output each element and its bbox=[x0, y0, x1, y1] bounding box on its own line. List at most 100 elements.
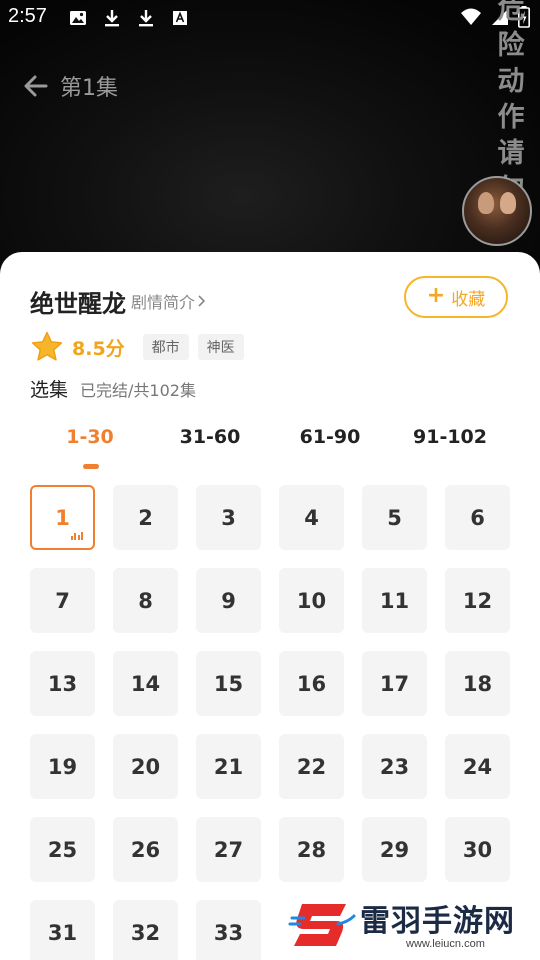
video-player[interactable] bbox=[0, 0, 540, 280]
episode-button[interactable]: 20 bbox=[113, 734, 178, 799]
episode-button[interactable]: 12 bbox=[445, 568, 510, 633]
episode-button[interactable]: 30 bbox=[445, 817, 510, 882]
episode-button[interactable]: 16 bbox=[279, 651, 344, 716]
watermark: 雷羽手游网 www.leiucn.com bbox=[282, 888, 540, 960]
app-screen: 2:57 第1集 危 险 动 作 请 绝世醒龙 剧情简介 + 收藏 8.5分 都… bbox=[0, 0, 540, 960]
episode-button[interactable]: 22 bbox=[279, 734, 344, 799]
tab-range-31-60[interactable]: 31-60 bbox=[150, 426, 270, 448]
tag: 神医 bbox=[197, 334, 244, 360]
download-icon bbox=[136, 8, 156, 28]
episode-number: 12 bbox=[462, 588, 493, 613]
notification-icons bbox=[68, 8, 190, 28]
episode-number: 3 bbox=[221, 505, 236, 530]
synopsis-link[interactable]: 剧情简介 bbox=[131, 289, 207, 313]
episode-button[interactable]: 1 bbox=[30, 485, 95, 550]
synopsis-label: 剧情简介 bbox=[131, 293, 196, 312]
drama-title: 绝世醒龙 bbox=[30, 290, 126, 318]
episode-sheet: 绝世醒龙 剧情简介 + 收藏 8.5分 都市 神医 选集 已完结/共102集 1… bbox=[0, 252, 540, 960]
wifi-icon bbox=[460, 7, 482, 31]
episode-button[interactable]: 8 bbox=[113, 568, 178, 633]
side-warning-char: 危 bbox=[497, 0, 525, 25]
star-icon bbox=[31, 331, 63, 361]
download-icon bbox=[102, 8, 122, 28]
episode-number: 13 bbox=[47, 671, 78, 696]
side-warning-char: 险 bbox=[497, 30, 525, 61]
episode-button[interactable]: 24 bbox=[445, 734, 510, 799]
episode-number: 24 bbox=[462, 754, 493, 779]
episode-number: 33 bbox=[213, 920, 244, 945]
episodes-header: 选集 已完结/共102集 bbox=[30, 375, 196, 402]
back-button[interactable]: 第1集 bbox=[22, 70, 118, 102]
rating-value: 8.5分 bbox=[72, 337, 125, 360]
episode-button[interactable]: 25 bbox=[30, 817, 95, 882]
episode-number: 29 bbox=[379, 837, 410, 862]
episode-button[interactable]: 13 bbox=[30, 651, 95, 716]
episode-button[interactable]: 10 bbox=[279, 568, 344, 633]
episode-number: 18 bbox=[462, 671, 493, 696]
chevron-right-icon bbox=[198, 295, 206, 307]
avatar[interactable] bbox=[462, 176, 532, 246]
side-warning-char: 请 bbox=[497, 138, 525, 169]
episode-button[interactable]: 7 bbox=[30, 568, 95, 633]
episode-button[interactable]: 14 bbox=[113, 651, 178, 716]
episode-number: 23 bbox=[379, 754, 410, 779]
back-arrow-icon bbox=[24, 75, 48, 97]
episode-number: 27 bbox=[213, 837, 244, 862]
tab-range-91-102[interactable]: 91-102 bbox=[390, 426, 510, 448]
episode-number: 7 bbox=[55, 588, 70, 613]
favorite-label: 收藏 bbox=[451, 289, 486, 310]
episode-button[interactable]: 19 bbox=[30, 734, 95, 799]
episode-button[interactable]: 5 bbox=[362, 485, 427, 550]
episode-number: 26 bbox=[130, 837, 161, 862]
logo-icon bbox=[288, 904, 356, 946]
episode-number: 9 bbox=[221, 588, 236, 613]
episode-button[interactable]: 21 bbox=[196, 734, 261, 799]
episode-button[interactable]: 9 bbox=[196, 568, 261, 633]
tag: 都市 bbox=[142, 334, 189, 360]
episodes-label: 选集 bbox=[30, 379, 69, 401]
tab-range-61-90[interactable]: 61-90 bbox=[270, 426, 390, 448]
episode-number: 15 bbox=[213, 671, 244, 696]
tab-range-1-30[interactable]: 1-30 bbox=[30, 426, 150, 448]
episode-button[interactable]: 29 bbox=[362, 817, 427, 882]
watermark-name: 雷羽手游网 bbox=[360, 904, 515, 939]
episode-button[interactable]: 32 bbox=[113, 900, 178, 960]
episode-number: 1 bbox=[55, 505, 70, 530]
range-tabs: 1-30 31-60 61-90 91-102 bbox=[0, 426, 540, 476]
episode-number: 16 bbox=[296, 671, 327, 696]
episode-button[interactable]: 31 bbox=[30, 900, 95, 960]
episode-number: 10 bbox=[296, 588, 327, 613]
episode-number: 30 bbox=[462, 837, 493, 862]
episode-number: 2 bbox=[138, 505, 153, 530]
episode-number: 22 bbox=[296, 754, 327, 779]
episode-button[interactable]: 15 bbox=[196, 651, 261, 716]
episode-button[interactable]: 3 bbox=[196, 485, 261, 550]
episode-button[interactable]: 2 bbox=[113, 485, 178, 550]
episode-button[interactable]: 18 bbox=[445, 651, 510, 716]
episode-button[interactable]: 27 bbox=[196, 817, 261, 882]
episode-number: 6 bbox=[470, 505, 485, 530]
episode-number: 31 bbox=[47, 920, 78, 945]
episode-number: 4 bbox=[304, 505, 319, 530]
episode-button[interactable]: 33 bbox=[196, 900, 261, 960]
episode-button[interactable]: 11 bbox=[362, 568, 427, 633]
watermark-url: www.leiucn.com bbox=[406, 938, 485, 950]
episode-button[interactable]: 26 bbox=[113, 817, 178, 882]
episode-number: 28 bbox=[296, 837, 327, 862]
font-icon bbox=[170, 8, 190, 28]
episode-button[interactable]: 4 bbox=[279, 485, 344, 550]
episode-button[interactable]: 28 bbox=[279, 817, 344, 882]
favorite-button[interactable]: + 收藏 bbox=[404, 276, 508, 318]
episodes-status: 已完结/共102集 bbox=[80, 381, 196, 400]
episode-number: 8 bbox=[138, 588, 153, 613]
episode-number: 17 bbox=[379, 671, 410, 696]
episode-button[interactable]: 17 bbox=[362, 651, 427, 716]
episode-number: 11 bbox=[379, 588, 410, 613]
episode-number: 19 bbox=[47, 754, 78, 779]
status-bar: 2:57 bbox=[0, 0, 540, 36]
episode-button[interactable]: 6 bbox=[445, 485, 510, 550]
episode-number: 21 bbox=[213, 754, 244, 779]
plus-icon: + bbox=[426, 283, 446, 308]
episode-button[interactable]: 23 bbox=[362, 734, 427, 799]
episode-number: 20 bbox=[130, 754, 161, 779]
